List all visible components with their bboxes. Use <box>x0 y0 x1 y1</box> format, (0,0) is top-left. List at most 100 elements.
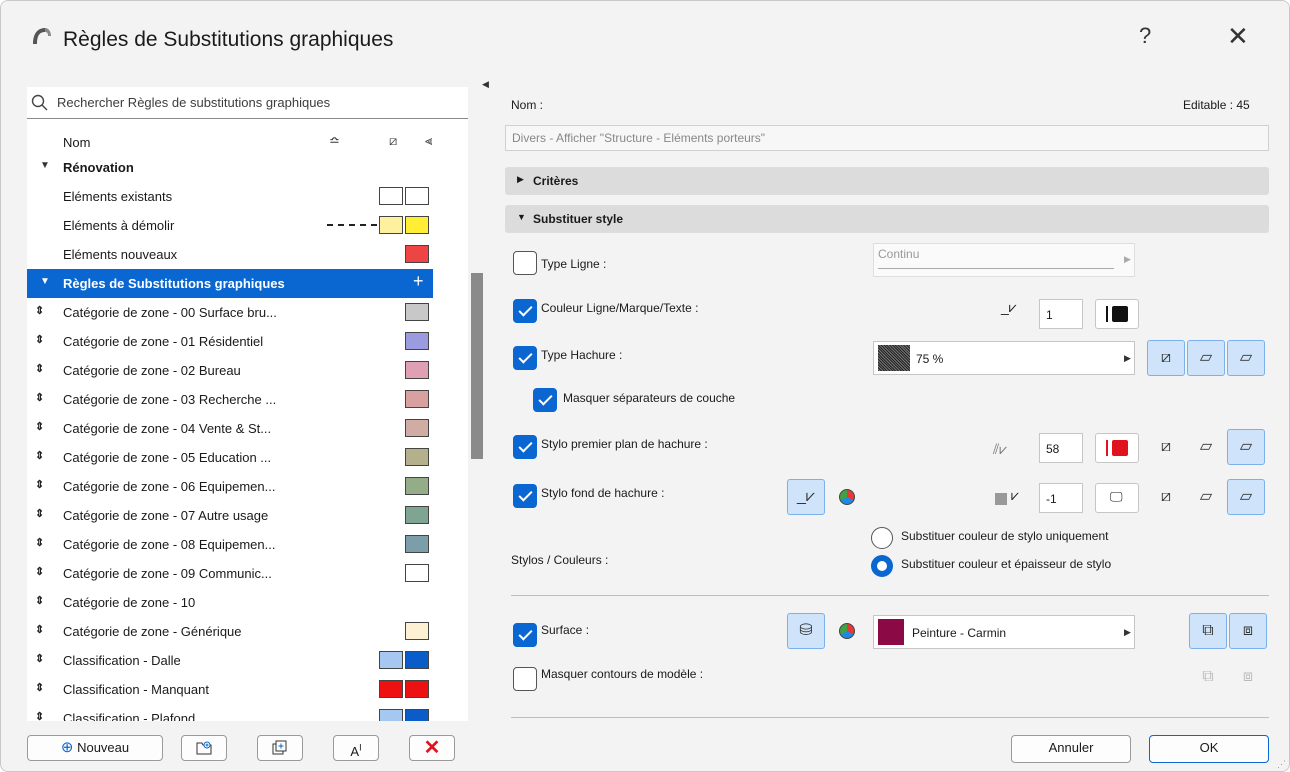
collapse-arrow-icon[interactable]: ▼ <box>40 160 50 171</box>
new-button[interactable]: ⊕ Nouveau <box>27 735 163 761</box>
list-item[interactable]: ▼ Rénovation <box>27 153 433 182</box>
stylo-fond-checkbox[interactable] <box>513 484 537 508</box>
reorder-handle-icon[interactable]: ⇕ <box>35 565 44 578</box>
type-hachure-checkbox[interactable] <box>513 346 537 370</box>
fg-cover-button[interactable]: ▱ <box>1227 429 1265 465</box>
list-item[interactable]: ⇕ Classification - Plafond <box>27 704 433 721</box>
reorder-handle-icon[interactable]: ⇕ <box>35 652 44 665</box>
surface-override-all-button[interactable]: ⧈ <box>1229 613 1267 649</box>
fill-type-dropdown[interactable]: 75 % ▶ <box>873 341 1135 375</box>
column-header-fill-icon[interactable]: ⧄ <box>389 133 397 149</box>
surface-dropdown[interactable]: Peinture - Carmin ▶ <box>873 615 1135 649</box>
bg-cut-button[interactable]: ⏥ <box>1187 479 1225 515</box>
help-button[interactable]: ? <box>1139 23 1151 49</box>
line-pen-number[interactable]: 1 <box>1039 299 1083 329</box>
fg-cut-button[interactable]: ⏥ <box>1187 429 1225 465</box>
new-folder-button[interactable] <box>181 735 227 761</box>
column-header-surface-icon[interactable]: ⫷ <box>425 133 432 149</box>
stylo-premier-plan-checkbox[interactable] <box>513 435 537 459</box>
reorder-handle-icon[interactable]: ⇕ <box>35 420 44 433</box>
delete-button[interactable]: ✕ <box>409 735 455 761</box>
color-swatch <box>405 477 429 495</box>
close-button[interactable]: ✕ <box>1227 21 1249 52</box>
list-item[interactable]: ⇕ Classification - Manquant <box>27 675 433 704</box>
list-item[interactable]: Eléments nouveaux <box>27 240 433 269</box>
list-item[interactable]: ⇕ Classification - Dalle <box>27 646 433 675</box>
list-item-label: Catégorie de zone - 04 Vente & St... <box>63 421 272 436</box>
list-item[interactable]: ⇕ Catégorie de zone - 05 Education ... <box>27 443 433 472</box>
list-item[interactable]: ⇕ Catégorie de zone - 07 Autre usage <box>27 501 433 530</box>
foreground-pen-number[interactable]: 58 <box>1039 433 1083 463</box>
list-item[interactable]: ⇕ Catégorie de zone - 01 Résidentiel <box>27 327 433 356</box>
radio-couleur-uniquement[interactable] <box>871 527 893 549</box>
list-item[interactable]: ⇕ Catégorie de zone - 06 Equipemen... <box>27 472 433 501</box>
color-wheel-icon[interactable] <box>839 623 855 639</box>
ok-button[interactable]: OK <box>1149 735 1269 763</box>
reorder-handle-icon[interactable]: ⇕ <box>35 333 44 346</box>
fill-cut-button[interactable]: ⏥ <box>1187 340 1225 376</box>
fill-cover-button[interactable]: ▱ <box>1227 340 1265 376</box>
list-item[interactable]: ⇕ Catégorie de zone - 09 Communic... <box>27 559 433 588</box>
search-input[interactable]: Rechercher Règles de substitutions graph… <box>27 87 468 119</box>
line-type-dropdown[interactable]: Continu ▶ <box>873 243 1135 277</box>
type-ligne-checkbox[interactable] <box>513 251 537 275</box>
background-pen-color[interactable]: 🖵 <box>1095 483 1139 513</box>
masquer-contours-checkbox[interactable] <box>513 667 537 691</box>
reorder-handle-icon[interactable]: ⇕ <box>35 507 44 520</box>
bg-cover-button[interactable]: ▱ <box>1227 479 1265 515</box>
contour-hide-icon: ⧉ <box>1202 668 1214 685</box>
reorder-handle-icon[interactable]: ⇕ <box>35 710 44 721</box>
list-item-label: Catégorie de zone - 09 Communic... <box>63 566 272 581</box>
list-item[interactable]: ⇕ Catégorie de zone - 00 Surface bru... <box>27 298 433 327</box>
reorder-handle-icon[interactable]: ⇕ <box>35 478 44 491</box>
window-title: Règles de Substitutions graphiques <box>63 28 394 51</box>
reorder-handle-icon[interactable]: ⇕ <box>35 362 44 375</box>
list-item[interactable]: ⇕ Catégorie de zone - 02 Bureau <box>27 356 433 385</box>
couleur-ligne-checkbox[interactable] <box>513 299 537 323</box>
contour-hide-button[interactable]: ⧉ <box>1189 659 1227 695</box>
foreground-pen-color[interactable] <box>1095 433 1139 463</box>
list-item[interactable]: ⇕ Catégorie de zone - 10 <box>27 588 433 617</box>
reorder-handle-icon[interactable]: ⇕ <box>35 449 44 462</box>
list-item[interactable]: ⇕ Catégorie de zone - 03 Recherche ... <box>27 385 433 414</box>
cancel-button[interactable]: Annuler <box>1011 735 1131 763</box>
list-item[interactable]: ▼ Règles de Substitutions graphiques + <box>27 269 433 298</box>
surface-override-button[interactable]: ⧉ <box>1189 613 1227 649</box>
radio-couleur-epaisseur[interactable] <box>871 555 893 577</box>
reorder-handle-icon[interactable]: ⇕ <box>35 304 44 317</box>
duplicate-button[interactable] <box>257 735 303 761</box>
list-item[interactable]: Eléments à démolir <box>27 211 433 240</box>
fg-drafting-button[interactable]: ⧄ <box>1147 429 1185 465</box>
surface-paint-button[interactable]: ⛁ <box>787 613 825 649</box>
line-pen-color[interactable] <box>1095 299 1139 329</box>
name-field[interactable]: Divers - Afficher "Structure - Eléments … <box>505 125 1269 151</box>
list-item[interactable]: Eléments existants <box>27 182 433 211</box>
reorder-handle-icon[interactable]: ⇕ <box>35 681 44 694</box>
background-pen-number[interactable]: -1 <box>1039 483 1083 513</box>
collapse-arrow-icon[interactable]: ▼ <box>40 276 50 287</box>
list-item[interactable]: ⇕ Catégorie de zone - Générique <box>27 617 433 646</box>
reorder-handle-icon[interactable]: ⇕ <box>35 594 44 607</box>
column-header-layer-icon[interactable]: ≏ <box>329 133 340 149</box>
color-wheel-icon[interactable] <box>839 489 855 505</box>
list-item-label: Catégorie de zone - 00 Surface bru... <box>63 305 277 320</box>
column-header-nom[interactable]: Nom <box>63 135 90 150</box>
bg-drafting-button[interactable]: ⧄ <box>1147 479 1185 515</box>
list-scrollbar[interactable] <box>471 273 483 459</box>
criteres-section[interactable]: ▶ Critères <box>505 167 1269 195</box>
reorder-handle-icon[interactable]: ⇕ <box>35 623 44 636</box>
collapse-pane-icon[interactable]: ◀ <box>482 79 489 90</box>
surface-checkbox[interactable] <box>513 623 537 647</box>
rename-button[interactable]: AI <box>333 735 379 761</box>
reorder-handle-icon[interactable]: ⇕ <box>35 391 44 404</box>
resize-grip-icon[interactable]: ⋰ <box>1277 759 1286 770</box>
add-icon[interactable]: + <box>413 271 424 292</box>
bg-pen-mode-button[interactable]: _⩗ <box>787 479 825 515</box>
reorder-handle-icon[interactable]: ⇕ <box>35 536 44 549</box>
masquer-separateurs-checkbox[interactable] <box>533 388 557 412</box>
list-item[interactable]: ⇕ Catégorie de zone - 08 Equipemen... <box>27 530 433 559</box>
substituer-style-section[interactable]: ▼ Substituer style <box>505 205 1269 233</box>
contour-hide-all-button[interactable]: ⧈ <box>1229 659 1267 695</box>
list-item[interactable]: ⇕ Catégorie de zone - 04 Vente & St... <box>27 414 433 443</box>
fill-drafting-button[interactable]: ⧄ <box>1147 340 1185 376</box>
